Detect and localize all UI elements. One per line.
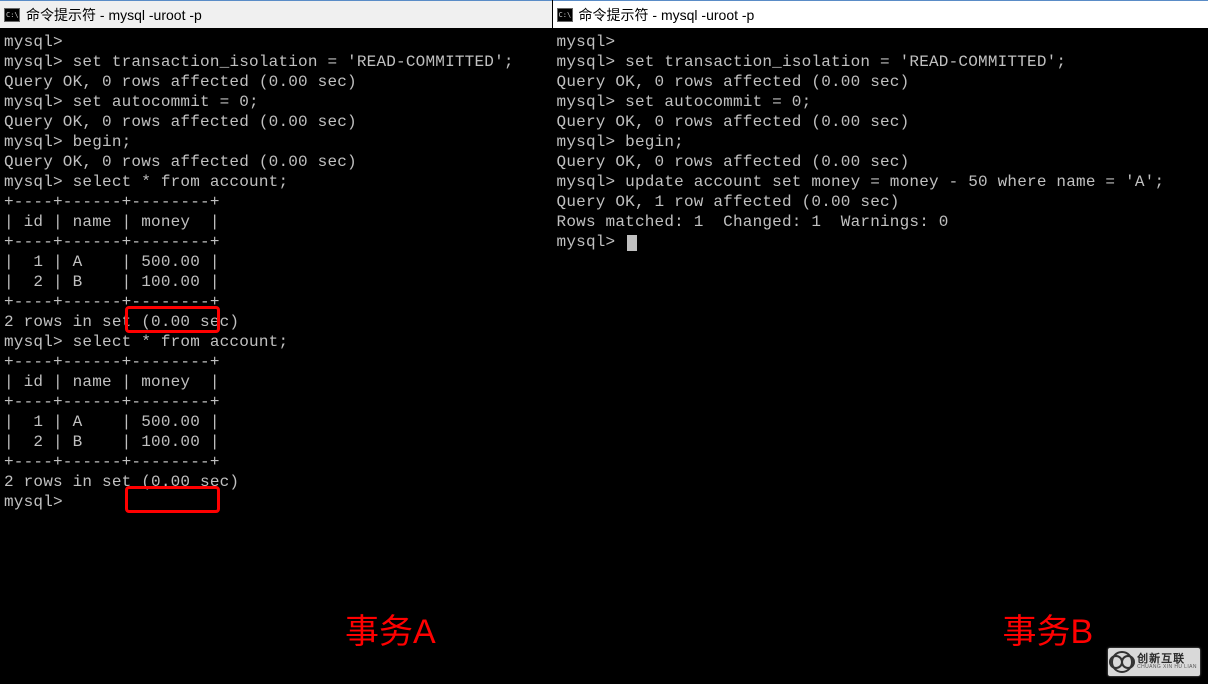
transaction-label-a: 事务A: [345, 604, 436, 653]
terminal-line: +----+------+--------+: [4, 232, 548, 252]
terminal-line: mysql>: [4, 492, 548, 512]
window-title-b: 命令提示符 - mysql -uroot -p: [579, 5, 755, 25]
watermark-badge: 创新互联 CHUANG XIN HU LIAN: [1108, 648, 1200, 676]
terminal-line: mysql> set transaction_isolation = 'READ…: [4, 52, 548, 72]
terminal-line: | 2 | B | 100.00 |: [4, 272, 548, 292]
titlebar-b[interactable]: 命令提示符 - mysql -uroot -p: [553, 0, 1208, 28]
terminal-line: +----+------+--------+: [4, 352, 548, 372]
terminal-line: Query OK, 0 rows affected (0.00 sec): [4, 152, 548, 172]
terminal-line: Query OK, 0 rows affected (0.00 sec): [557, 152, 1204, 172]
terminal-line: mysql> update account set money = money …: [557, 172, 1204, 192]
transaction-label-b: 事务B: [1003, 604, 1094, 653]
terminal-line: mysql> begin;: [557, 132, 1204, 152]
terminal-line: 2 rows in set (0.00 sec): [4, 472, 548, 492]
terminal-line: mysql> select * from account;: [4, 172, 548, 192]
terminal-line: 2 rows in set (0.00 sec): [4, 312, 548, 332]
terminal-line: Query OK, 0 rows affected (0.00 sec): [4, 112, 548, 132]
terminal-line: mysql> set transaction_isolation = 'READ…: [557, 52, 1204, 72]
watermark-text: 创新互联 CHUANG XIN HU LIAN: [1137, 654, 1197, 670]
terminal-line: Query OK, 0 rows affected (0.00 sec): [557, 112, 1204, 132]
terminal-body-a[interactable]: mysql> mysql> set transaction_isolation …: [0, 28, 552, 684]
highlight-box-1: [125, 306, 220, 333]
terminal-line: Query OK, 0 rows affected (0.00 sec): [4, 72, 548, 92]
terminal-line: | 2 | B | 100.00 |: [4, 432, 548, 452]
split-pane-container: 命令提示符 - mysql -uroot -p mysql> mysql> se…: [0, 0, 1208, 684]
terminal-body-b[interactable]: mysql> mysql> set transaction_isolation …: [553, 28, 1208, 684]
cmd-icon: [4, 8, 20, 22]
terminal-line: +----+------+--------+: [4, 192, 548, 212]
terminal-line: mysql>: [557, 32, 1204, 52]
terminal-line: +----+------+--------+: [4, 452, 548, 472]
terminal-line: | 1 | A | 500.00 |: [4, 252, 548, 272]
terminal-line: +----+------+--------+: [4, 392, 548, 412]
terminal-line: | id | name | money |: [4, 212, 548, 232]
terminal-line: +----+------+--------+: [4, 292, 548, 312]
terminal-line: | id | name | money |: [4, 372, 548, 392]
terminal-line: mysql> set autocommit = 0;: [557, 92, 1204, 112]
titlebar-a[interactable]: 命令提示符 - mysql -uroot -p: [0, 0, 552, 28]
terminal-window-a: 命令提示符 - mysql -uroot -p mysql> mysql> se…: [0, 0, 552, 684]
terminal-line: mysql>: [557, 232, 1204, 252]
terminal-line: Query OK, 0 rows affected (0.00 sec): [557, 72, 1204, 92]
terminal-line: mysql> begin;: [4, 132, 548, 152]
highlight-box-2: [125, 486, 220, 513]
terminal-line: | 1 | A | 500.00 |: [4, 412, 548, 432]
window-title-a: 命令提示符 - mysql -uroot -p: [26, 5, 202, 25]
terminal-line: mysql> select * from account;: [4, 332, 548, 352]
cmd-icon: [557, 8, 573, 22]
terminal-line: mysql>: [4, 32, 548, 52]
terminal-line: Rows matched: 1 Changed: 1 Warnings: 0: [557, 212, 1204, 232]
terminal-window-b: 命令提示符 - mysql -uroot -p mysql> mysql> se…: [552, 0, 1208, 684]
watermark-logo-icon: [1111, 651, 1133, 673]
terminal-line: mysql> set autocommit = 0;: [4, 92, 548, 112]
cursor-icon: [627, 235, 637, 251]
terminal-line: Query OK, 1 row affected (0.00 sec): [557, 192, 1204, 212]
